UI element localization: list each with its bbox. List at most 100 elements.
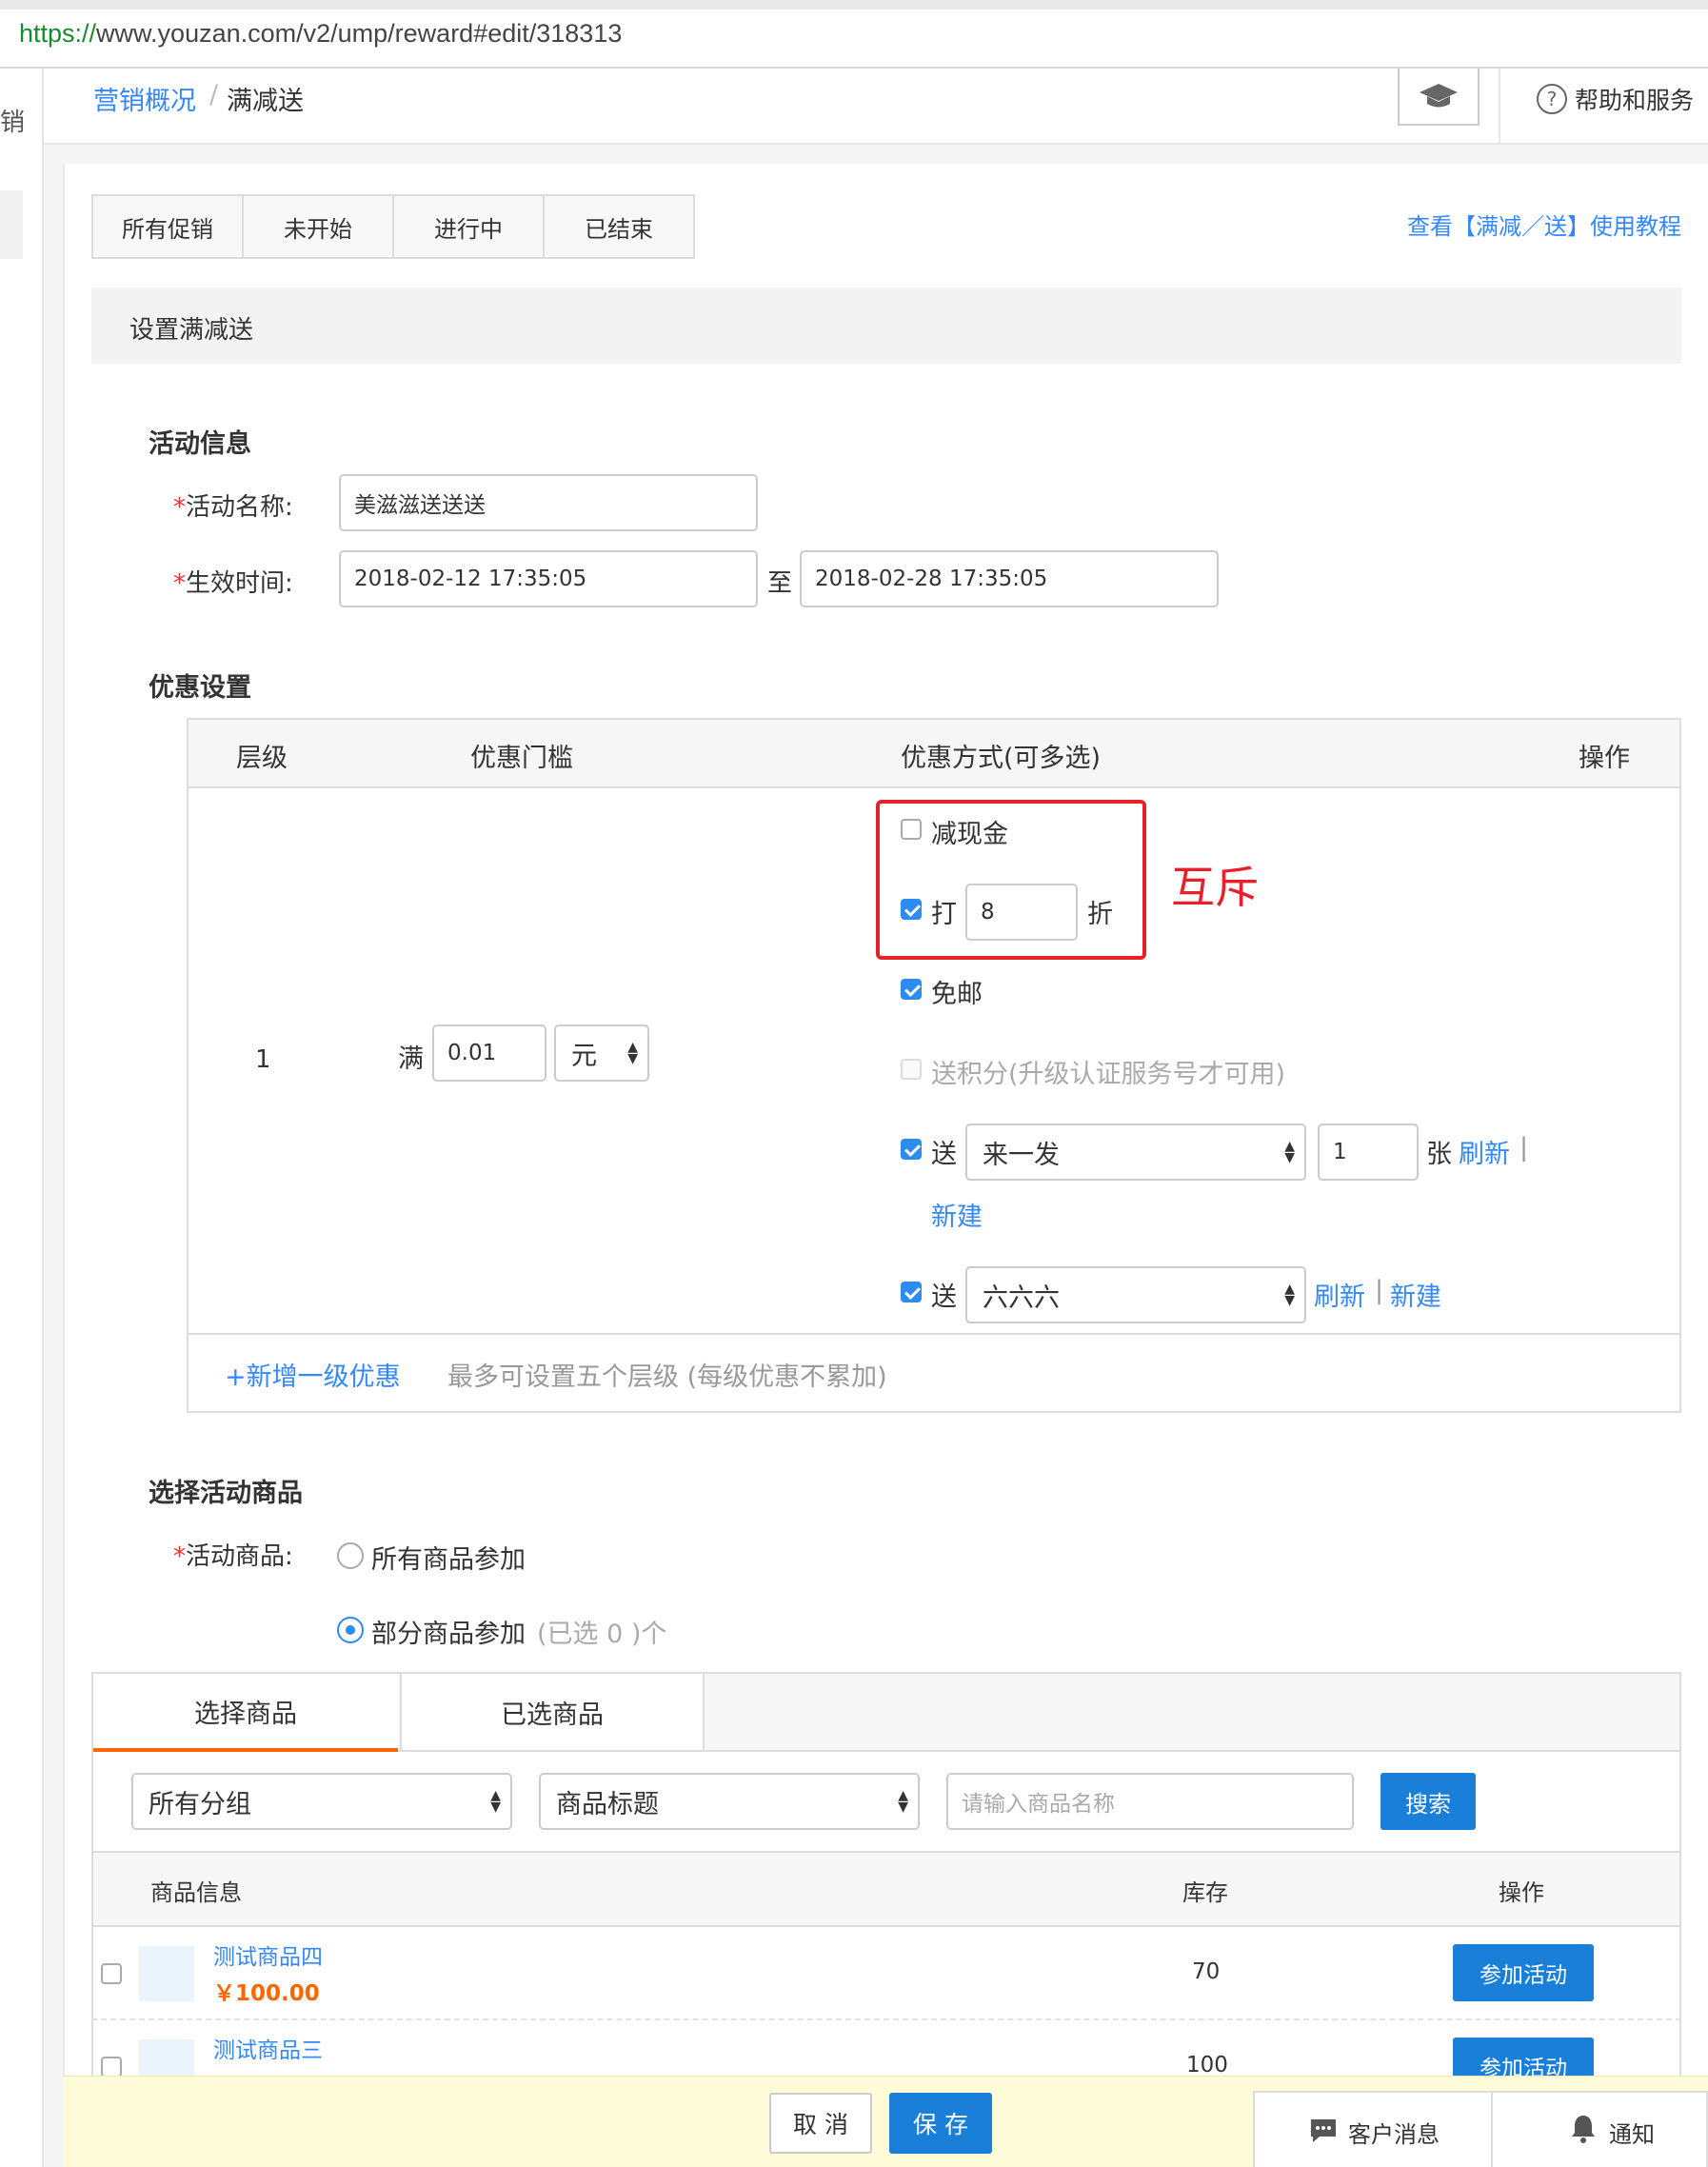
threshold-amount-input[interactable]: 0.01 (432, 1024, 546, 1082)
tab-all-promotions[interactable]: 所有促销 (91, 194, 244, 259)
header-divider (1499, 69, 1500, 145)
threshold-prefix: 满 (398, 1044, 424, 1074)
left-sidebar (0, 69, 44, 2167)
required-mark: * (173, 569, 186, 598)
column-promo-method: 优惠方式(可多选) (901, 744, 1102, 773)
table-row: 测试商品四 ￥100.00 70 参加活动 (91, 1927, 1681, 2020)
search-button[interactable]: 搜索 (1380, 1773, 1476, 1830)
row-checkbox[interactable] (101, 1963, 122, 1984)
gift-select-value: 六六六 (983, 1282, 1060, 1313)
select-arrows-icon: ▲ ▼ (1284, 1139, 1295, 1165)
activity-name-label: *活动名称: (173, 487, 293, 523)
effective-time-label-text: 生效时间: (186, 569, 293, 598)
free-shipping-label: 免邮 (931, 980, 983, 1009)
goods-search-input[interactable]: 请输入商品名称 (946, 1773, 1354, 1830)
activity-info-heading: 活动信息 (149, 429, 251, 459)
product-name-link[interactable]: 测试商品四 (213, 1938, 323, 1971)
mutex-annotation: 互斥 (1171, 862, 1259, 913)
row-checkbox[interactable] (101, 2057, 122, 2078)
required-mark: * (173, 1542, 186, 1571)
url-text[interactable]: https://www.youzan.com/v2/ump/reward#edi… (19, 19, 622, 49)
effective-time-label: *生效时间: (173, 564, 293, 599)
coupon-link-separator: | (1519, 1133, 1529, 1163)
activity-name-input[interactable]: 美滋滋送送送 (339, 474, 758, 531)
cancel-button[interactable]: 取 消 (769, 2093, 872, 2154)
product-thumbnail (139, 1946, 194, 2001)
group-filter-value: 所有分组 (149, 1789, 251, 1819)
select-arrows-icon: ▲ ▼ (898, 1788, 908, 1815)
coupon-send-label: 送 (931, 1140, 957, 1169)
threshold-unit-select[interactable]: 元 ▲ ▼ (554, 1024, 649, 1082)
join-activity-button[interactable]: 参加活动 (1453, 1944, 1594, 2001)
required-mark: * (173, 493, 186, 522)
group-filter-select[interactable]: 所有分组 ▲ ▼ (131, 1773, 512, 1830)
sidebar-selected-item[interactable] (0, 190, 23, 259)
column-goods-info: 商品信息 (150, 1879, 242, 1906)
chat-icon[interactable] (1308, 2117, 1339, 2148)
help-and-service-link[interactable]: 帮助和服务 (1575, 82, 1694, 116)
all-goods-label: 所有商品参加 (371, 1545, 526, 1575)
mutex-highlight-box (876, 800, 1146, 960)
free-shipping-checkbox[interactable] (901, 979, 922, 1000)
select-arrows-icon: ▲ ▼ (627, 1040, 638, 1066)
tab-ended[interactable]: 已结束 (543, 194, 695, 259)
product-name-link[interactable]: 测试商品三 (213, 2032, 323, 2064)
column-level: 层级 (236, 744, 288, 773)
breadcrumb-separator: / (209, 80, 219, 109)
coupon-quantity-input[interactable]: 1 (1318, 1123, 1419, 1181)
gift-create-link[interactable]: 新建 (1390, 1276, 1441, 1313)
section-title: 设置满减送 (129, 316, 254, 345)
message-bar-divider (1491, 2091, 1493, 2167)
column-goods-actions: 操作 (1499, 1879, 1544, 1906)
bell-icon[interactable] (1569, 2114, 1598, 2148)
goods-label-text: 活动商品: (186, 1542, 293, 1571)
coupon-create-link[interactable]: 新建 (931, 1196, 983, 1233)
partial-goods-radio[interactable] (337, 1617, 364, 1643)
time-to-label: 至 (767, 569, 793, 598)
select-arrows-icon: ▲ ▼ (1284, 1282, 1295, 1308)
tab-not-started[interactable]: 未开始 (242, 194, 394, 259)
tab-selected-goods[interactable]: 已选商品 (400, 1674, 705, 1752)
coupon-select[interactable]: 来一发 ▲ ▼ (965, 1123, 1306, 1181)
notify-link[interactable]: 通知 (1609, 2116, 1655, 2149)
question-circle-icon[interactable]: ? (1537, 84, 1567, 114)
url-scheme: https:// (19, 19, 97, 48)
select-goods-heading: 选择活动商品 (149, 1479, 303, 1508)
column-threshold: 优惠门槛 (470, 744, 573, 773)
all-goods-radio[interactable] (337, 1542, 364, 1569)
level-number: 1 (255, 1045, 271, 1074)
gift-link-separator: | (1375, 1276, 1384, 1305)
tab-select-goods[interactable]: 选择商品 (93, 1674, 398, 1752)
gift-checkbox[interactable] (901, 1282, 922, 1302)
gift-refresh-link[interactable]: 刷新 (1314, 1276, 1365, 1313)
field-filter-select[interactable]: 商品标题 ▲ ▼ (539, 1773, 920, 1830)
customer-messages-link[interactable]: 客户消息 (1348, 2116, 1440, 2149)
coupon-unit: 张 (1426, 1140, 1452, 1169)
points-checkbox (901, 1059, 922, 1080)
add-level-hint: 最多可设置五个层级 (每级优惠不累加) (447, 1362, 887, 1392)
coupon-refresh-link[interactable]: 刷新 (1459, 1133, 1510, 1170)
product-stock: 70 (1192, 1959, 1221, 1984)
activity-name-label-text: 活动名称: (186, 493, 293, 522)
graduation-cap-button[interactable] (1398, 69, 1480, 126)
end-time-input[interactable]: 2018-02-28 17:35:05 (800, 550, 1219, 607)
start-time-input[interactable]: 2018-02-12 17:35:05 (339, 550, 758, 607)
breadcrumb-home-link[interactable]: 营销概况 (93, 80, 196, 117)
tutorial-link[interactable]: 查看【满减／送】使用教程 (1407, 208, 1681, 241)
save-button[interactable]: 保 存 (889, 2093, 992, 2154)
url-path: www.youzan.com/v2/ump/reward#edit/318313 (96, 19, 623, 48)
goods-list-header (91, 1851, 1681, 1927)
selected-count: (已选 0 )个 (537, 1620, 667, 1649)
threshold-unit-value: 元 (571, 1041, 597, 1071)
points-label: 送积分(升级认证服务号才可用) (931, 1060, 1286, 1089)
gift-select[interactable]: 六六六 ▲ ▼ (965, 1266, 1306, 1323)
tab-in-progress[interactable]: 进行中 (392, 194, 545, 259)
coupon-checkbox[interactable] (901, 1139, 922, 1160)
graduation-cap-icon (1420, 84, 1458, 108)
sidebar-partial-label[interactable]: 销 (0, 103, 25, 138)
promo-table-divider (189, 1333, 1679, 1335)
column-actions: 操作 (1579, 744, 1630, 773)
add-level-link[interactable]: +新增一级优惠 (225, 1356, 401, 1393)
product-price: ￥100.00 (213, 1981, 320, 2006)
select-arrows-icon: ▲ ▼ (490, 1788, 501, 1815)
